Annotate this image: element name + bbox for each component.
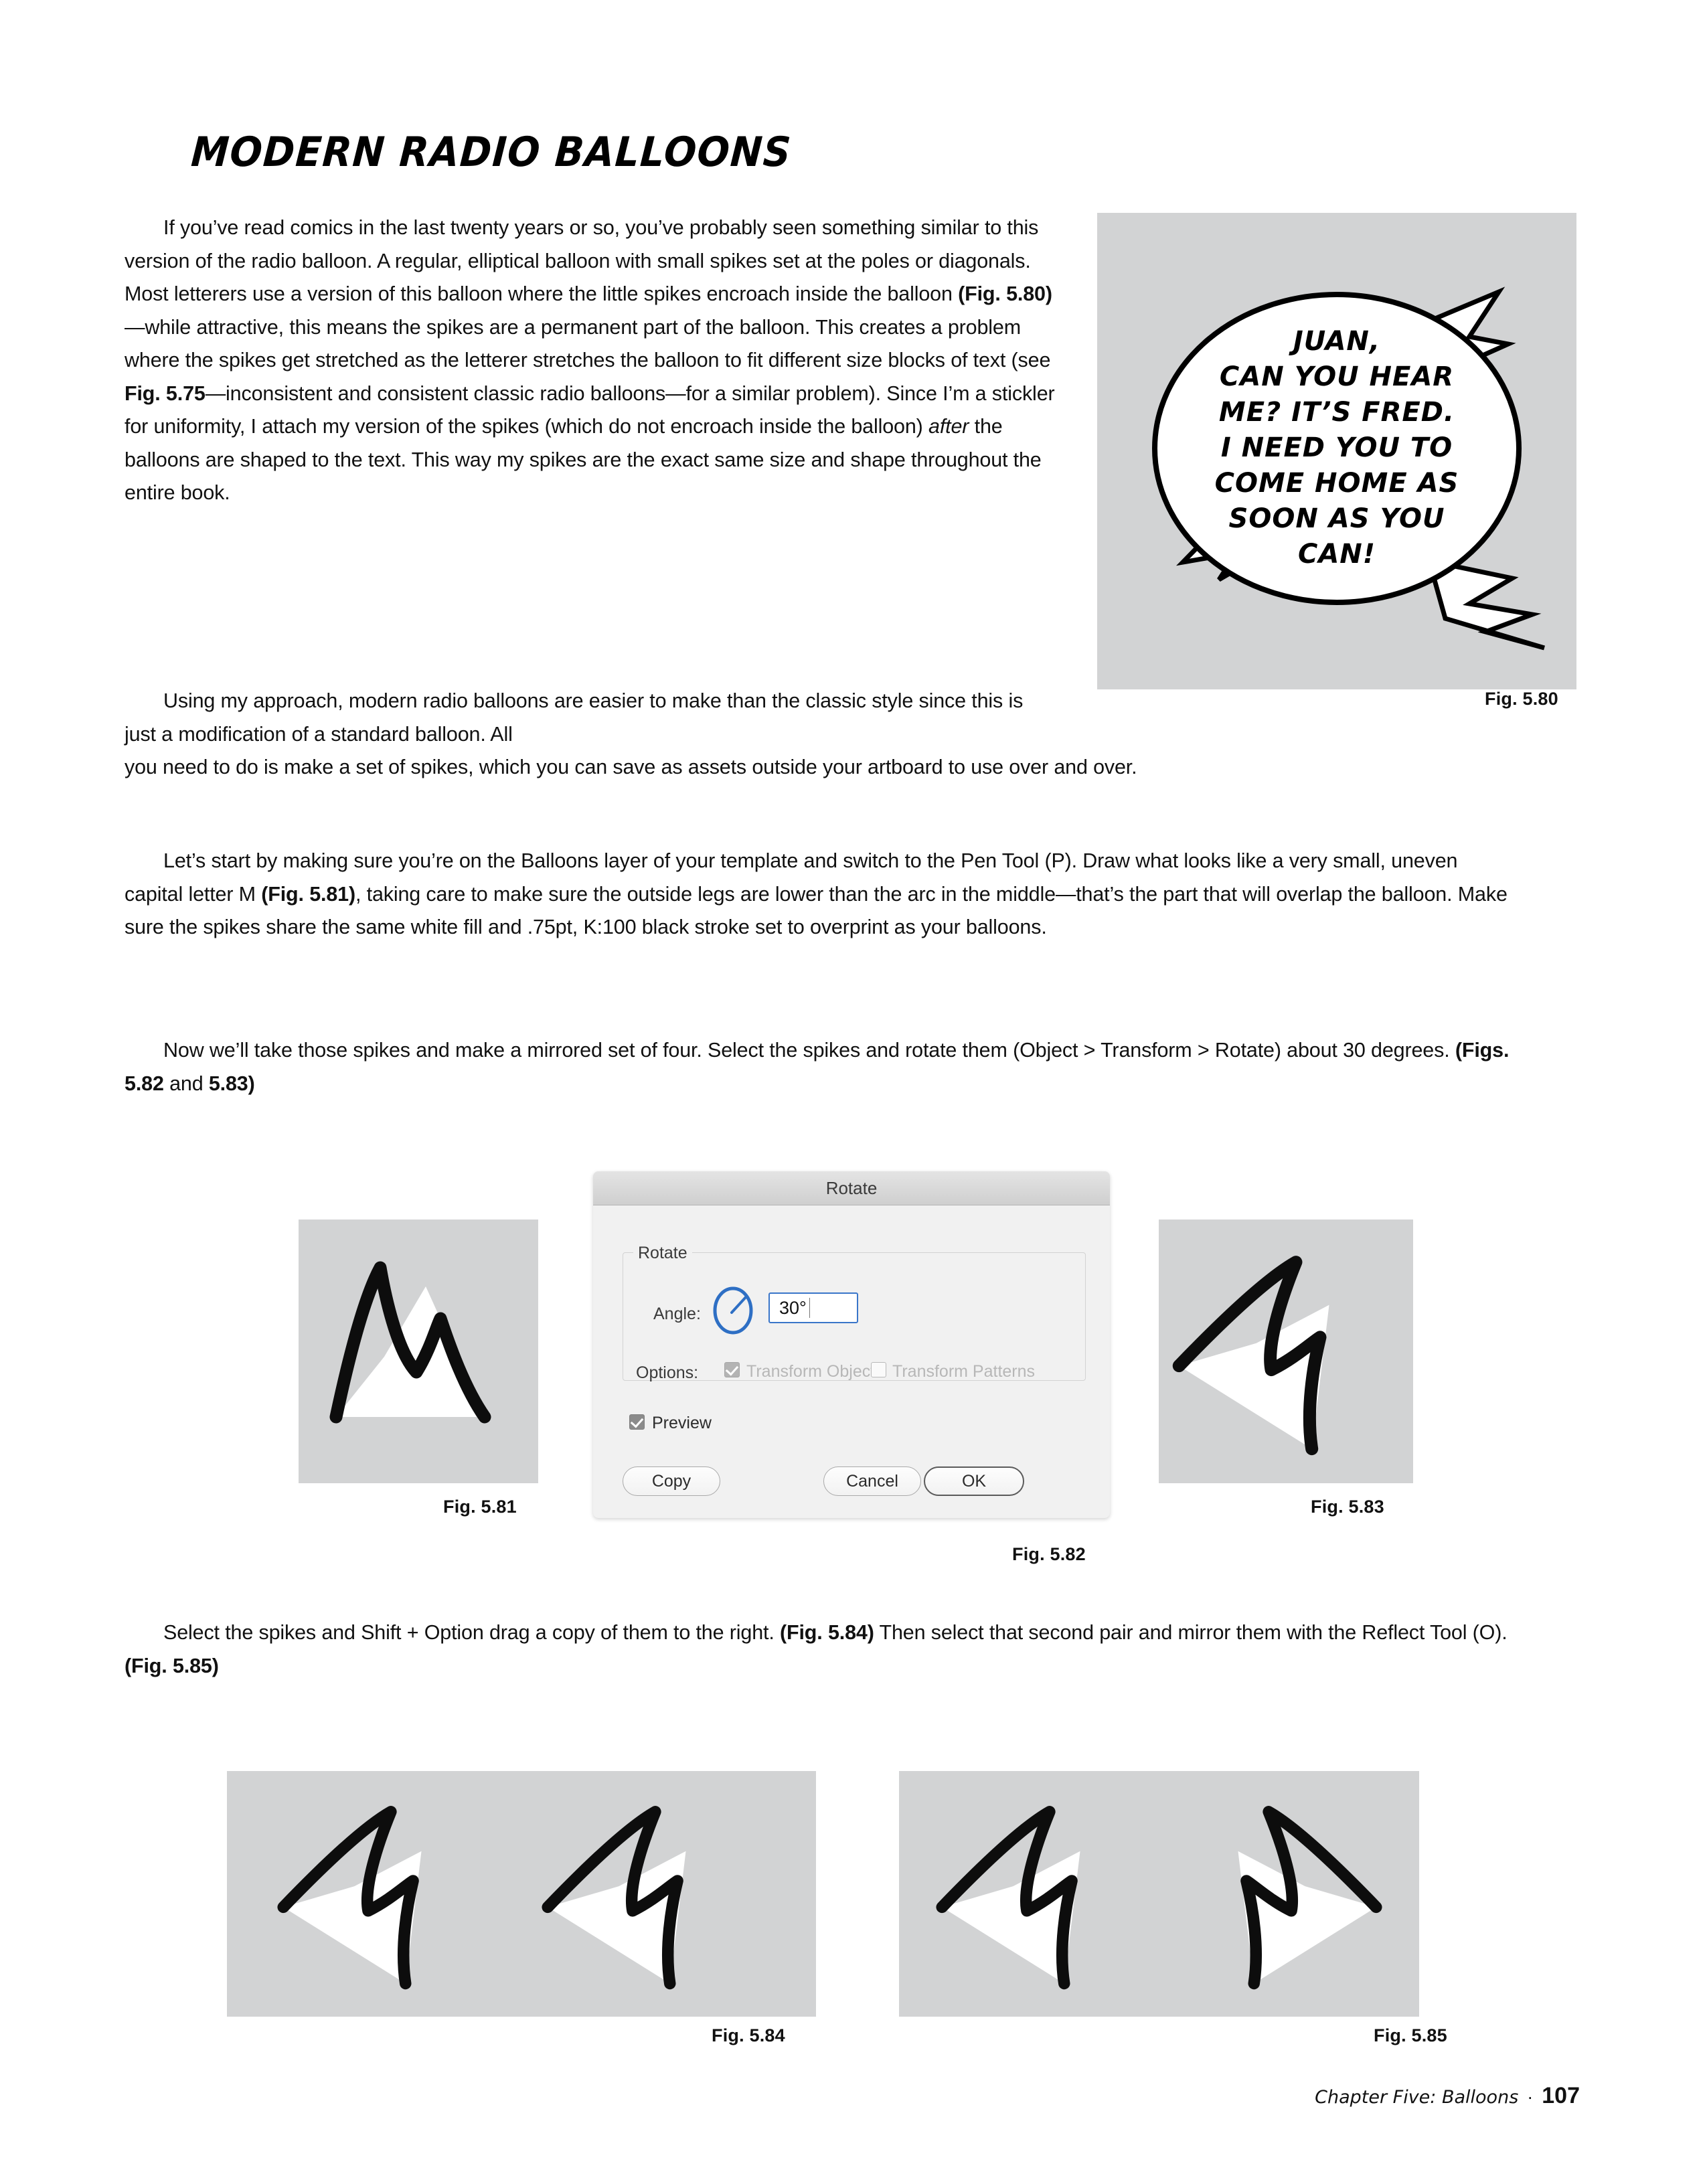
figure-5-83-caption: Fig. 5.83 — [1311, 1497, 1384, 1517]
transform-objects-label: Transform Objects — [746, 1362, 884, 1381]
preview-checkbox[interactable] — [629, 1414, 645, 1430]
spike-mirrored-illustration — [936, 1806, 1382, 1990]
figure-5-81-caption: Fig. 5.81 — [443, 1497, 517, 1517]
options-label: Options: — [636, 1363, 699, 1382]
spike-upright-illustration — [329, 1261, 491, 1424]
page-footer: Chapter Five: Balloons · 107 — [1315, 2083, 1580, 2109]
document-page: MODERN RADIO BALLOONS If you’ve read com… — [0, 0, 1707, 2184]
spike-rotated-illustration — [1172, 1256, 1329, 1456]
paragraph-mirror-text: Select the spikes and Shift + Option dra… — [125, 1621, 1508, 1677]
transform-objects-checkbox[interactable] — [724, 1362, 740, 1377]
balloon-line-2: CAN YOU HEAR — [1220, 361, 1454, 392]
preview-label: Preview — [652, 1414, 712, 1432]
balloon-line-1: JUAN, — [1289, 326, 1380, 357]
transform-patterns-label: Transform Patterns — [892, 1362, 1036, 1381]
rotate-dialog-body: Rotate Angle: 30° Options: Transform Obj… — [593, 1205, 1110, 1518]
cancel-button[interactable]: Cancel — [823, 1466, 921, 1496]
figure-5-83-spike-rotated — [1159, 1220, 1413, 1483]
text-caret — [809, 1298, 810, 1318]
rotate-group-label: Rotate — [633, 1244, 692, 1263]
figure-5-85-spike-mirrored — [899, 1771, 1419, 2017]
rotate-dialog-titlebar: Rotate — [593, 1171, 1110, 1205]
paragraph-approach-narrow-text: Using my approach, modern radio balloons… — [125, 689, 1024, 746]
figure-5-81-spike — [299, 1220, 538, 1483]
check-icon — [630, 1414, 644, 1428]
paragraph-intro-text: If you’ve read comics in the last twenty… — [125, 216, 1055, 504]
paragraph-mirror: Select the spikes and Shift + Option dra… — [125, 1616, 1510, 1683]
page-title: MODERN RADIO BALLOONS — [189, 129, 793, 176]
paragraph-rotate: Now we’ll take those spikes and make a m… — [125, 1034, 1510, 1100]
copy-button[interactable]: Copy — [623, 1466, 720, 1496]
paragraph-approach-narrow: Using my approach, modern radio balloons… — [125, 685, 1055, 751]
angle-label: Angle: — [653, 1305, 701, 1323]
ok-button[interactable]: OK — [924, 1466, 1024, 1496]
paragraph-rotate-text: Now we’ll take those spikes and make a m… — [125, 1039, 1510, 1095]
paragraph-intro: If you’ve read comics in the last twenty… — [125, 212, 1055, 510]
angle-input[interactable]: 30° — [768, 1292, 858, 1323]
figure-5-85-caption: Fig. 5.85 — [1374, 2025, 1447, 2045]
paragraph-pen-tool: Let’s start by making sure you’re on the… — [125, 845, 1510, 944]
footer-chapter-label: Chapter Five: Balloons — [1315, 2087, 1519, 2108]
figure-5-80-radio-balloon: JUAN, CAN YOU HEAR ME? IT’S FRED. I NEED… — [1097, 213, 1576, 689]
balloon-line-4: I NEED YOU TO — [1221, 432, 1453, 463]
footer-page-number: 107 — [1542, 2083, 1580, 2108]
check-icon — [725, 1362, 739, 1376]
transform-patterns-checkbox[interactable] — [871, 1362, 886, 1377]
paragraph-approach-wide: you need to do is make a set of spikes, … — [125, 756, 1137, 778]
balloon-line-7: CAN! — [1298, 539, 1376, 570]
angle-input-value: 30° — [779, 1297, 807, 1318]
balloon-line-5: COME HOME AS — [1215, 468, 1459, 499]
figure-5-84-caption: Fig. 5.84 — [712, 2025, 785, 2045]
figure-5-84-spike-pair — [227, 1771, 816, 2017]
footer-separator: · — [1527, 2087, 1534, 2107]
rotate-dialog[interactable]: Rotate Rotate Angle: 30° Options: Transf… — [593, 1171, 1110, 1518]
radio-balloon-illustration: JUAN, CAN YOU HEAR ME? IT’S FRED. I NEED… — [1152, 286, 1545, 651]
paragraph-pen-tool-text: Let’s start by making sure you’re on the… — [125, 849, 1508, 938]
balloon-line-3: ME? IT’S FRED. — [1219, 397, 1455, 428]
rotate-dialog-title: Rotate — [825, 1177, 878, 1198]
spike-pair-illustration — [277, 1806, 686, 1990]
balloon-line-6: SOON AS YOU — [1229, 503, 1445, 534]
figure-5-80-caption: Fig. 5.80 — [1485, 689, 1558, 709]
figure-5-82-caption: Fig. 5.82 — [1012, 1544, 1086, 1564]
angle-dial-icon[interactable] — [710, 1286, 756, 1336]
